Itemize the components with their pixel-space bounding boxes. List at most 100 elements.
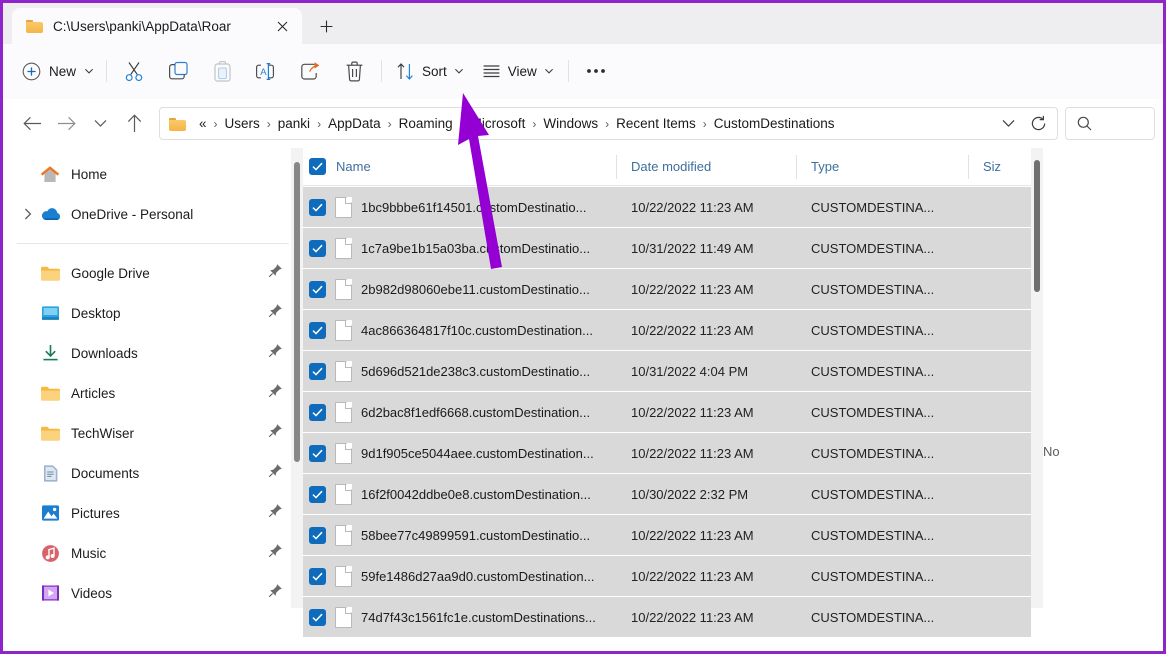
sidebar-item-label: Google Drive (71, 265, 150, 281)
file-list-pane: Name Date modified Type Siz 1bc9bbbe61f1… (303, 148, 1163, 637)
table-row[interactable]: 16f2f0042ddbe0e8.customDestination... 10… (303, 474, 1031, 514)
pin-icon[interactable] (268, 383, 283, 403)
sort-button[interactable]: Sort (387, 53, 473, 89)
new-button[interactable]: New (15, 53, 101, 89)
delete-button[interactable] (332, 53, 376, 89)
copy-button[interactable] (156, 53, 200, 89)
file-type: CUSTOMDESTINA... (811, 322, 935, 338)
row-checkbox[interactable] (309, 485, 326, 503)
refresh-icon (1031, 115, 1045, 131)
forward-button[interactable] (49, 107, 83, 141)
pin-icon[interactable] (268, 423, 283, 443)
tab-current-folder[interactable]: C:\Users\panki\AppData\Roar (12, 8, 302, 44)
row-checkbox[interactable] (309, 198, 326, 216)
pin-icon[interactable] (268, 343, 283, 363)
row-checkbox[interactable] (309, 567, 326, 585)
file-list-scrollbar[interactable] (1031, 148, 1043, 608)
new-tab-button[interactable] (312, 12, 340, 40)
table-row[interactable]: 4ac866364817f10c.customDestination... 10… (303, 310, 1031, 350)
row-checkbox[interactable] (309, 444, 326, 462)
breadcrumb-item-microsoft[interactable]: Microsoft (466, 113, 531, 134)
sidebar-item-videos[interactable]: Videos (9, 573, 297, 608)
sidebar-scrollbar[interactable] (291, 148, 303, 608)
select-all-checkbox[interactable] (309, 158, 326, 175)
sidebar-item-pictures[interactable]: Pictures (9, 493, 297, 533)
up-button[interactable] (117, 107, 151, 141)
file-name: 6d2bac8f1edf6668.customDestination... (361, 404, 591, 420)
row-checkbox[interactable] (309, 362, 326, 380)
file-date: 10/22/2022 11:23 AM (631, 527, 754, 543)
arrow-left-icon (22, 116, 41, 131)
pin-icon[interactable] (268, 503, 283, 523)
view-list-icon (483, 64, 500, 77)
table-row[interactable]: 59fe1486d27aa9d0.customDestination... 10… (303, 556, 1031, 596)
row-checkbox[interactable] (309, 280, 326, 298)
sidebar-item-google-drive[interactable]: Google Drive (9, 253, 297, 293)
breadcrumb-item-customdestinations[interactable]: CustomDestinations (709, 113, 840, 134)
row-checkbox[interactable] (309, 526, 326, 544)
row-checkbox[interactable] (309, 239, 326, 257)
breadcrumb-item-roaming[interactable]: Roaming (394, 113, 458, 134)
share-button[interactable] (288, 53, 332, 89)
table-row[interactable]: 74d7f43c1561fc1e.customDestinations... 1… (303, 597, 1031, 637)
column-header-type[interactable]: Type (797, 154, 969, 179)
row-checkbox[interactable] (309, 608, 326, 626)
file-list: Name Date modified Type Siz 1bc9bbbe61f1… (303, 148, 1031, 637)
address-dropdown-button[interactable] (993, 110, 1023, 138)
file-name: 1c7a9be1b15a03ba.customDestinatio... (361, 240, 591, 256)
file-icon (335, 442, 352, 464)
pin-icon[interactable] (268, 463, 283, 483)
sidebar-item-techwiser[interactable]: TechWiser (9, 413, 297, 453)
file-type: CUSTOMDESTINA... (811, 281, 935, 297)
chevron-right-icon[interactable] (17, 208, 39, 220)
pin-icon[interactable] (268, 263, 283, 283)
sidebar-item-label: Desktop (71, 305, 121, 321)
sidebar-item-downloads[interactable]: Downloads (9, 333, 297, 373)
file-list-scrollbar-thumb[interactable] (1034, 160, 1040, 292)
close-icon[interactable] (268, 12, 296, 40)
table-row[interactable]: 58bee77c49899591.customDestinatio... 10/… (303, 515, 1031, 555)
back-button[interactable] (15, 107, 49, 141)
column-header-size[interactable]: Siz (969, 155, 1031, 179)
breadcrumb-item-windows[interactable]: Windows (538, 113, 603, 134)
sidebar-item-music[interactable]: Music (9, 533, 297, 573)
sidebar-item-articles[interactable]: Articles (9, 373, 297, 413)
table-row[interactable]: 5d696d521de238c3.customDestinatio... 10/… (303, 351, 1031, 391)
search-input[interactable] (1065, 107, 1155, 140)
rename-button[interactable]: A (244, 53, 288, 89)
table-row[interactable]: 9d1f905ce5044aee.customDestination... 10… (303, 433, 1031, 473)
breadcrumb-item-users[interactable]: Users (220, 113, 265, 134)
table-row[interactable]: 1c7a9be1b15a03ba.customDestinatio... 10/… (303, 228, 1031, 268)
sidebar-item-desktop[interactable]: Desktop (9, 293, 297, 333)
sidebar-item-documents[interactable]: Documents (9, 453, 297, 493)
table-row[interactable]: 2b982d98060ebe11.customDestinatio... 10/… (303, 269, 1031, 309)
sidebar-scrollbar-thumb[interactable] (294, 162, 300, 462)
pin-icon[interactable] (268, 303, 283, 323)
table-row[interactable]: 6d2bac8f1edf6668.customDestination... 10… (303, 392, 1031, 432)
file-name: 5d696d521de238c3.customDestinatio... (361, 363, 591, 379)
sidebar-item-label: OneDrive - Personal (71, 206, 194, 222)
recent-locations-button[interactable] (83, 107, 117, 141)
file-name-cell: 2b982d98060ebe11.customDestinatio... (303, 278, 617, 300)
pin-icon[interactable] (268, 583, 283, 603)
table-row[interactable]: 1bc9bbbe61f14501.customDestinatio... 10/… (303, 187, 1031, 227)
row-checkbox[interactable] (309, 403, 326, 421)
refresh-button[interactable] (1023, 110, 1053, 138)
column-header-name[interactable]: Name (303, 154, 617, 179)
breadcrumb-overflow[interactable]: « (194, 113, 212, 134)
more-button[interactable] (574, 53, 618, 89)
breadcrumb-item-recent-items[interactable]: Recent Items (611, 113, 701, 134)
pin-icon[interactable] (268, 543, 283, 563)
paste-button[interactable] (200, 53, 244, 89)
sidebar-item-onedrive-personal[interactable]: OneDrive - Personal (9, 194, 297, 234)
file-type: CUSTOMDESTINA... (811, 486, 935, 502)
row-checkbox[interactable] (309, 321, 326, 339)
cut-button[interactable] (112, 53, 156, 89)
column-header-date-modified[interactable]: Date modified (617, 154, 797, 179)
address-bar[interactable]: « › Users › panki › AppData › Roaming › … (159, 107, 1058, 140)
videos-icon (39, 584, 61, 602)
breadcrumb-item-panki[interactable]: panki (273, 113, 315, 134)
view-button[interactable]: View (473, 53, 563, 89)
breadcrumb-item-appdata[interactable]: AppData (323, 113, 386, 134)
sidebar-item-home[interactable]: Home (9, 154, 297, 194)
